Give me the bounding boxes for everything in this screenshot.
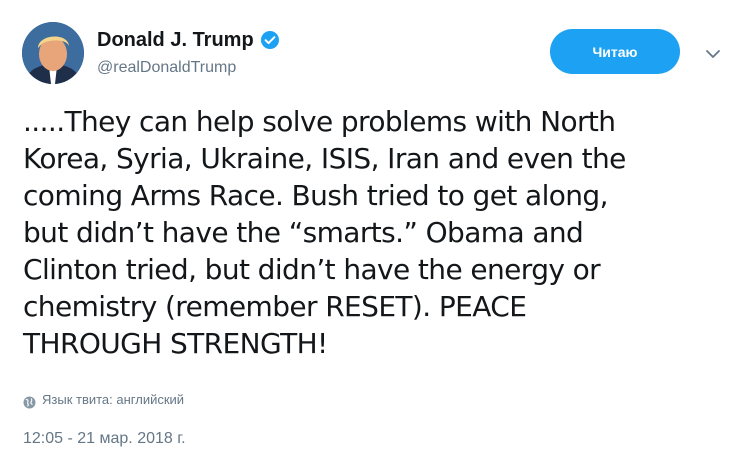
following-button[interactable]: Читаю [550, 29, 680, 74]
tweet-timestamp[interactable]: 12:05 - 21 мар. 2018 г. [23, 429, 186, 449]
verified-badge-icon [260, 30, 280, 50]
author-display-name[interactable]: Donald J. Trump [97, 28, 254, 52]
author-handle[interactable]: @realDonaldTrump [97, 58, 236, 78]
tweet-language-row: Язык твита: английский [23, 392, 184, 408]
globe-icon [23, 394, 36, 408]
author-name-row: Donald J. Trump [97, 28, 280, 52]
tweet-language-label: Язык твита: английский [42, 392, 185, 407]
avatar[interactable] [22, 22, 84, 84]
tweet-text: .....They can help solve problems with N… [23, 105, 626, 360]
chevron-down-icon[interactable] [704, 45, 722, 58]
avatar-image [22, 22, 84, 84]
